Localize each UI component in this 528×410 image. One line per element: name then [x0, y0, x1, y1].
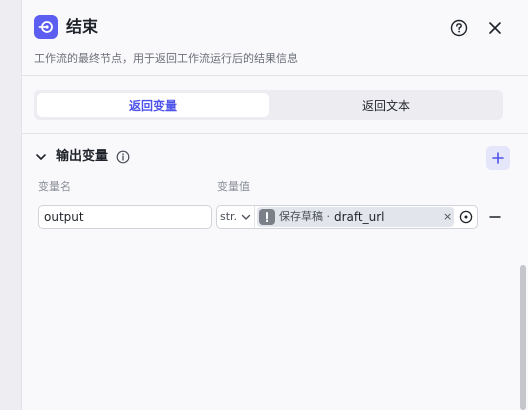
- column-header-name: 变量名: [38, 180, 71, 193]
- variable-picker-icon[interactable]: [459, 210, 473, 224]
- close-icon: [489, 22, 501, 34]
- close-button[interactable]: [484, 17, 506, 39]
- panel-header: 结束 工作流的最终节点，用于返回工作流运行后的结果信息: [22, 0, 528, 76]
- end-node-panel: 结束 工作流的最终节点，用于返回工作流运行后的结果信息 返回变量 返回文本 输出…: [21, 0, 528, 410]
- variable-name-input[interactable]: [38, 205, 212, 229]
- node-title: 结束: [66, 17, 99, 36]
- variable-value-field: str. 保存草稿 · draft_url ×: [216, 205, 478, 229]
- end-node-icon: [34, 15, 58, 39]
- variable-reference-chip[interactable]: 保存草稿 · draft_url ×: [257, 207, 454, 227]
- section-divider: [22, 133, 528, 134]
- add-variable-button[interactable]: [486, 146, 510, 170]
- warning-icon: [259, 209, 275, 225]
- collapse-chevron-icon[interactable]: [34, 150, 48, 164]
- reference-source-node: 保存草稿 ·: [279, 210, 330, 223]
- info-icon[interactable]: [116, 150, 130, 164]
- vertical-scrollbar[interactable]: [520, 265, 526, 410]
- plus-icon: [492, 152, 504, 164]
- question-circle-icon: [450, 19, 468, 37]
- reference-variable-name: draft_url: [334, 210, 385, 224]
- type-select-value: str.: [220, 210, 238, 223]
- column-header-value: 变量值: [217, 180, 250, 193]
- output-variables-title: 输出变量: [56, 149, 109, 164]
- chevron-down-icon: [241, 214, 251, 220]
- help-button[interactable]: [448, 17, 470, 39]
- node-description: 工作流的最终节点，用于返回工作流运行后的结果信息: [34, 52, 298, 65]
- return-mode-tabs: 返回变量 返回文本: [34, 90, 503, 120]
- clear-reference-button[interactable]: ×: [443, 209, 453, 225]
- tab-return-variables[interactable]: 返回变量: [37, 93, 269, 117]
- remove-variable-button[interactable]: [488, 210, 502, 224]
- tab-return-text[interactable]: 返回文本: [270, 93, 502, 117]
- type-select[interactable]: str.: [217, 206, 255, 228]
